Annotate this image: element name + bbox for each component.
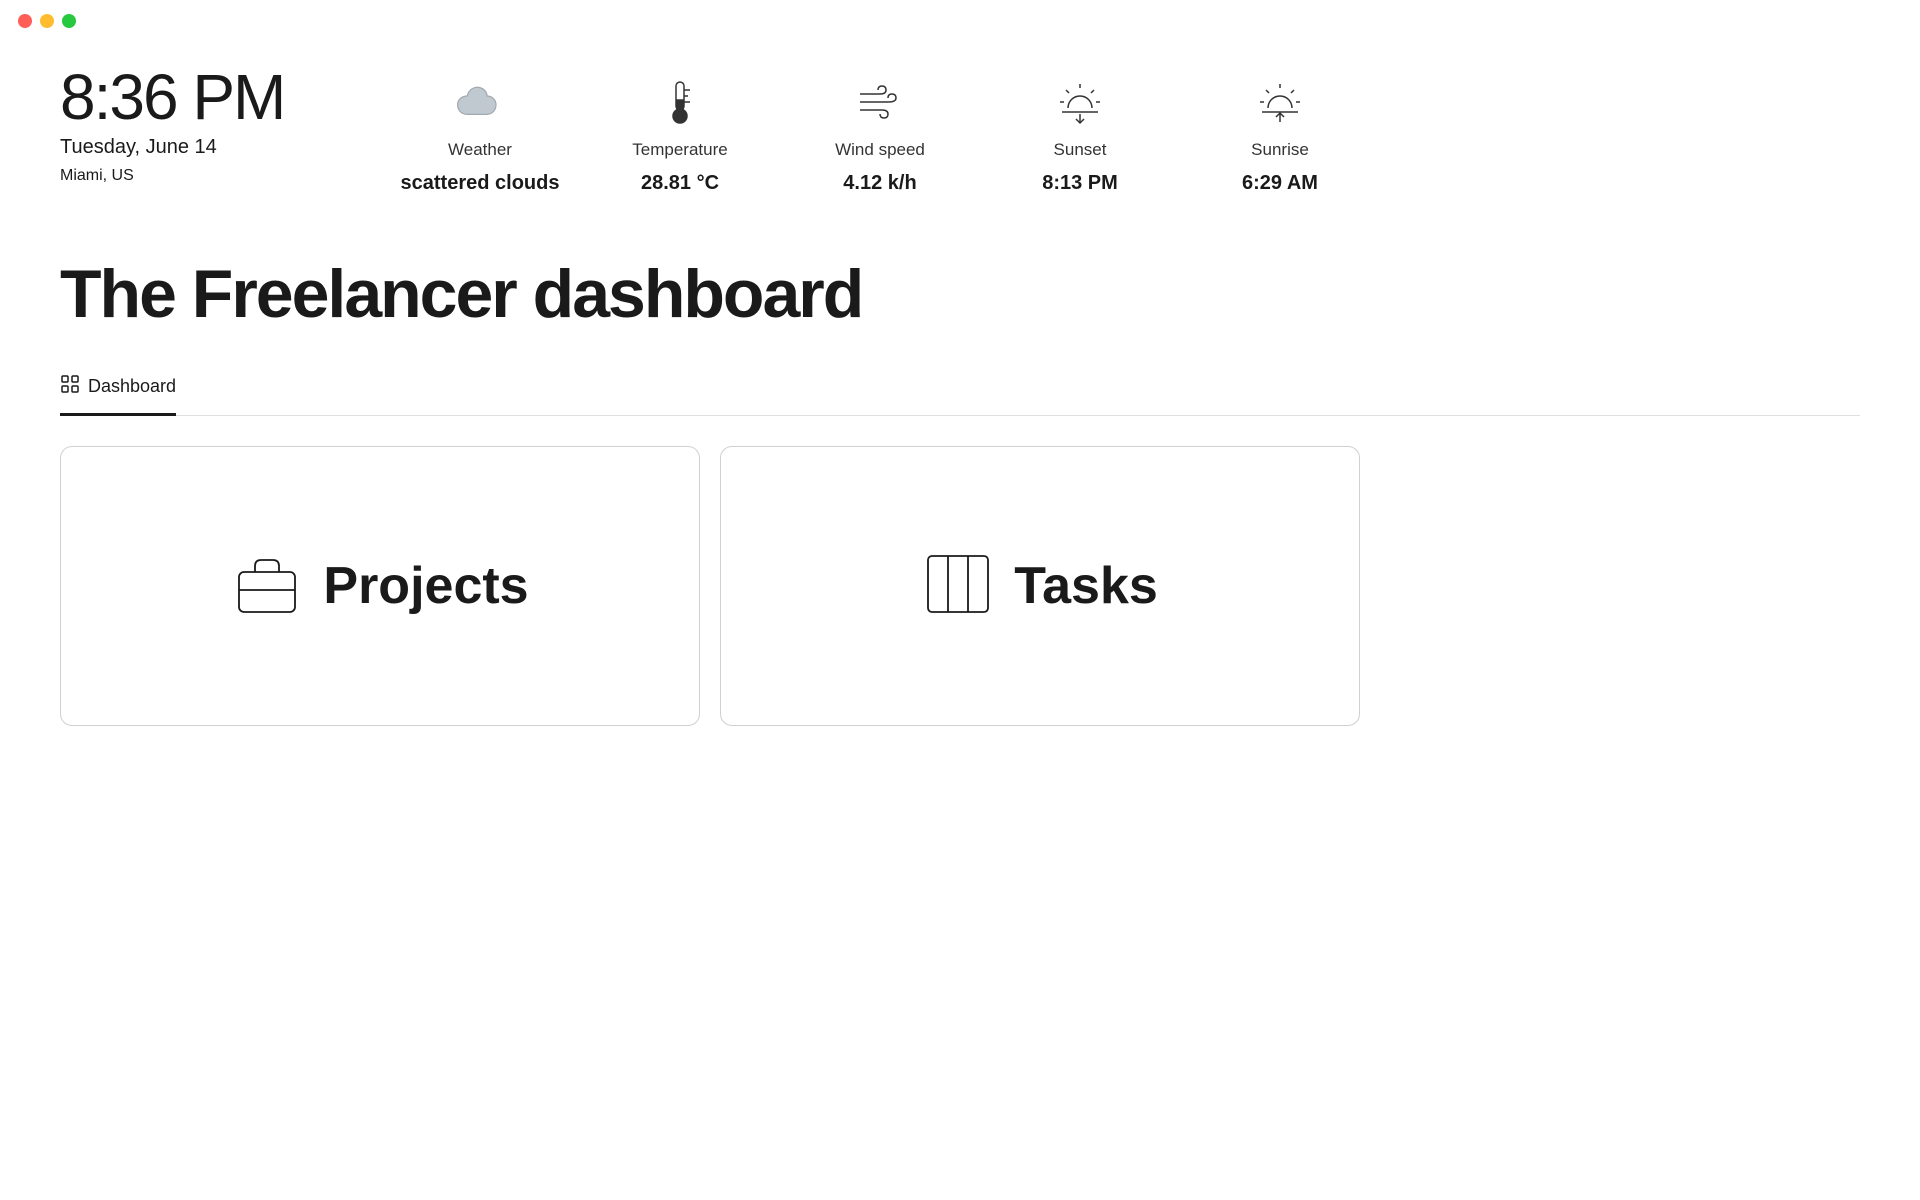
- temperature-widget: Temperature 28.81 °C: [580, 72, 780, 195]
- temperature-label: Temperature: [632, 140, 727, 160]
- weather-widgets: Weather scattered clouds: [380, 62, 1860, 195]
- wind-value: 4.12 k/h: [843, 172, 916, 195]
- tab-bar: Dashboard: [60, 363, 1860, 416]
- dashboard-title: The Freelancer dashboard: [60, 255, 1860, 333]
- minimize-button[interactable]: [40, 14, 54, 28]
- top-row: 8:36 PM Tuesday, June 14 Miami, US Weath…: [60, 62, 1860, 195]
- tasks-card[interactable]: Tasks: [720, 446, 1360, 726]
- sunset-value: 8:13 PM: [1042, 172, 1118, 195]
- dashboard-tab-label: Dashboard: [88, 376, 176, 397]
- wind-widget: Wind speed 4.12 k/h: [780, 72, 980, 195]
- thermometer-icon: [650, 72, 710, 132]
- wind-icon: [850, 72, 910, 132]
- briefcase-icon: [231, 548, 303, 625]
- sunrise-label: Sunrise: [1251, 140, 1309, 160]
- title-bar: [0, 0, 1920, 42]
- date-display: Tuesday, June 14: [60, 136, 380, 159]
- time-display: 8:36 PM: [60, 62, 380, 132]
- main-content: 8:36 PM Tuesday, June 14 Miami, US Weath…: [0, 42, 1920, 766]
- dashboard-tab[interactable]: Dashboard: [60, 364, 176, 416]
- datetime-section: 8:36 PM Tuesday, June 14 Miami, US: [60, 62, 380, 185]
- dashboard-tab-icon: [60, 374, 80, 399]
- wind-label: Wind speed: [835, 140, 925, 160]
- tasks-label: Tasks: [1014, 556, 1158, 616]
- temperature-value: 28.81 °C: [641, 172, 719, 195]
- close-button[interactable]: [18, 14, 32, 28]
- dashboard-section: The Freelancer dashboard Dashboard: [60, 255, 1860, 726]
- sunset-label: Sunset: [1054, 140, 1107, 160]
- weather-value: scattered clouds: [401, 172, 560, 195]
- projects-label: Projects: [323, 556, 528, 616]
- weather-widget: Weather scattered clouds: [380, 72, 580, 195]
- cloud-icon: [450, 72, 510, 132]
- sunrise-widget: Sunrise 6:29 AM: [1180, 72, 1380, 195]
- weather-label: Weather: [448, 140, 512, 160]
- sunset-widget: Sunset 8:13 PM: [980, 72, 1180, 195]
- projects-card[interactable]: Projects: [60, 446, 700, 726]
- maximize-button[interactable]: [62, 14, 76, 28]
- sunrise-icon: [1250, 72, 1310, 132]
- kanban-icon: [922, 548, 994, 625]
- location-display: Miami, US: [60, 167, 380, 185]
- sunrise-value: 6:29 AM: [1242, 172, 1318, 195]
- cards-grid: Projects Tasks: [60, 446, 1360, 726]
- sunset-icon: [1050, 72, 1110, 132]
